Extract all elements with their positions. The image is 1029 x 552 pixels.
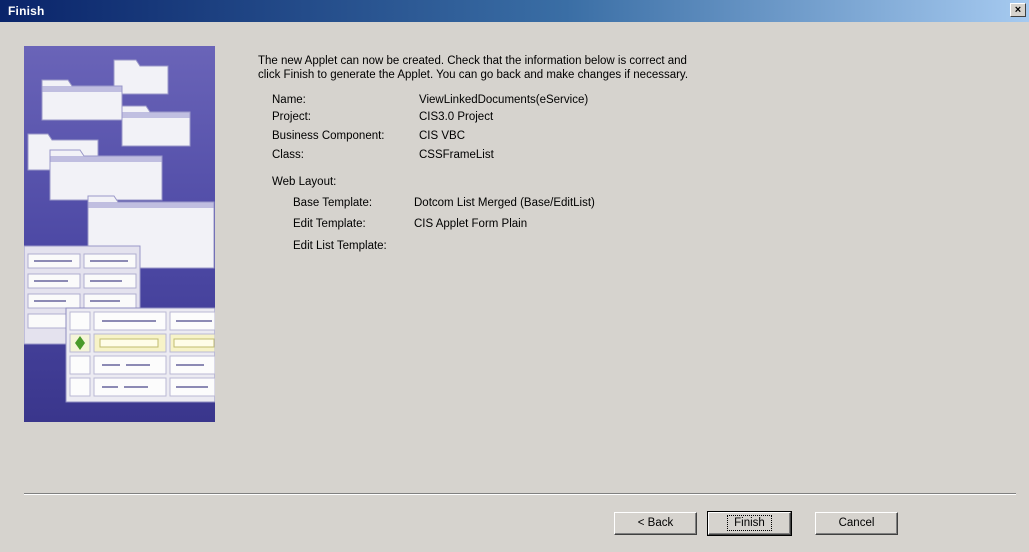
name-value: ViewLinkedDocuments(eService) xyxy=(419,94,589,106)
business-component-value: CIS VBC xyxy=(419,130,466,142)
edit-template-label: Edit Template: xyxy=(293,218,366,230)
web-layout-label: Web Layout: xyxy=(272,176,337,188)
class-value: CSSFrameList xyxy=(419,149,494,161)
cancel-button[interactable]: Cancel xyxy=(815,512,898,535)
close-button[interactable]: × xyxy=(1010,3,1026,17)
base-template-label: Base Template: xyxy=(293,197,373,209)
folders-and-form-illustration-icon xyxy=(24,59,215,403)
cancel-button-label: Cancel xyxy=(838,517,875,529)
back-button-label: < Back xyxy=(637,517,674,529)
project-value: CIS3.0 Project xyxy=(419,111,494,123)
intro-line-2: click Finish to generate the Applet. You… xyxy=(258,69,689,81)
finish-button-label: Finish xyxy=(727,515,772,531)
title-bar: Finish × xyxy=(0,0,1029,22)
project-label: Project: xyxy=(272,111,311,123)
wizard-illustration xyxy=(24,46,215,422)
base-template-value: Dotcom List Merged (Base/EditList) xyxy=(414,197,595,209)
intro-text: The new Applet can now be created. Check… xyxy=(258,54,818,82)
class-label: Class: xyxy=(272,149,304,161)
back-button[interactable]: < Back xyxy=(614,512,697,535)
edit-template-value: CIS Applet Form Plain xyxy=(414,218,528,230)
business-component-label: Business Component: xyxy=(272,130,385,142)
button-separator xyxy=(24,493,1016,495)
edit-list-template-label: Edit List Template: xyxy=(293,240,387,252)
intro-line-1: The new Applet can now be created. Check… xyxy=(258,55,687,67)
name-label: Name: xyxy=(272,94,306,106)
window-title: Finish xyxy=(8,4,45,18)
finish-button[interactable]: Finish xyxy=(707,511,792,536)
